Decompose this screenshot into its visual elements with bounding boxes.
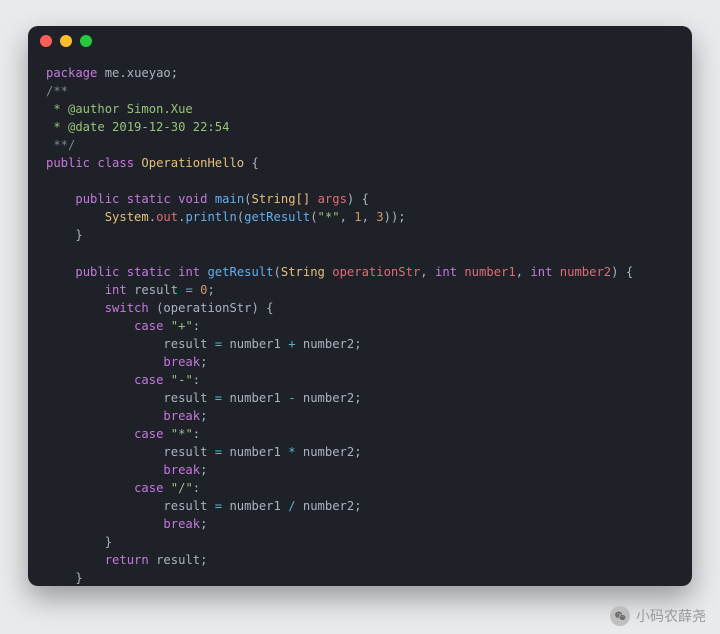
var-n1: number1	[229, 391, 280, 405]
num-1: 1	[354, 210, 361, 224]
kw-case: case	[134, 319, 163, 333]
comment-open: /**	[46, 84, 68, 98]
kw-break: break	[163, 409, 200, 423]
var-result: result	[163, 445, 207, 459]
var-result: result	[163, 499, 207, 513]
type-int: int	[105, 283, 127, 297]
str-minus: "-"	[171, 373, 193, 387]
type-void: void	[178, 192, 207, 206]
kw-static: static	[127, 192, 171, 206]
str-star: "*"	[171, 427, 193, 441]
var-n1: number1	[229, 337, 280, 351]
close-icon[interactable]	[40, 35, 52, 47]
var-n2: number2	[303, 391, 354, 405]
str-plus: "+"	[171, 319, 193, 333]
type-string: String	[281, 265, 325, 279]
var-result: result	[134, 283, 178, 297]
type-int: int	[530, 265, 552, 279]
watermark: 小码农薛尧	[610, 606, 706, 626]
kw-static: static	[127, 265, 171, 279]
kw-break: break	[163, 463, 200, 477]
kw-case: case	[134, 427, 163, 441]
code-area: package me.xueyao; /** * @author Simon.X…	[28, 56, 692, 586]
var-n2: number2	[303, 499, 354, 513]
fn-main: main	[215, 192, 244, 206]
fn-getresult: getResult	[244, 210, 310, 224]
fn-println: println	[185, 210, 236, 224]
var-opstr: operationStr	[163, 301, 251, 315]
keyword-package: package	[46, 66, 97, 80]
kw-public: public	[75, 192, 119, 206]
str-star: "*"	[318, 210, 340, 224]
str-slash: "/"	[171, 481, 193, 495]
type-string-arr: String[]	[252, 192, 311, 206]
comment-author: * @author Simon.Xue	[46, 102, 193, 116]
comment-date: * @date 2019-12-30 22:54	[46, 120, 229, 134]
var-n2: number2	[303, 337, 354, 351]
fn-getresult: getResult	[207, 265, 273, 279]
param-opstr: operationStr	[332, 265, 420, 279]
minimize-icon[interactable]	[60, 35, 72, 47]
cls-system: System	[105, 210, 149, 224]
kw-break: break	[163, 517, 200, 531]
kw-return: return	[105, 553, 149, 567]
type-int: int	[178, 265, 200, 279]
watermark-text: 小码农薛尧	[636, 606, 706, 626]
var-n2: number2	[303, 445, 354, 459]
var-result: result	[163, 391, 207, 405]
param-n2: number2	[560, 265, 611, 279]
num-3: 3	[376, 210, 383, 224]
titlebar	[28, 26, 692, 56]
wechat-icon	[610, 606, 630, 626]
code-window: package me.xueyao; /** * @author Simon.X…	[28, 26, 692, 586]
zoom-icon[interactable]	[80, 35, 92, 47]
param-n1: number1	[464, 265, 515, 279]
var-n1: number1	[229, 499, 280, 513]
kw-public: public	[75, 265, 119, 279]
kw-public: public	[46, 156, 90, 170]
var-n1: number1	[229, 445, 280, 459]
kw-switch: switch	[105, 301, 149, 315]
var-result: result	[163, 337, 207, 351]
type-int: int	[435, 265, 457, 279]
field-out: out	[156, 210, 178, 224]
kw-case: case	[134, 481, 163, 495]
class-name: OperationHello	[141, 156, 244, 170]
param-args: args	[318, 192, 347, 206]
comment-close: **/	[46, 138, 75, 152]
kw-break: break	[163, 355, 200, 369]
kw-case: case	[134, 373, 163, 387]
var-result: result	[156, 553, 200, 567]
package-path: me.xueyao	[105, 66, 171, 80]
kw-class: class	[97, 156, 134, 170]
